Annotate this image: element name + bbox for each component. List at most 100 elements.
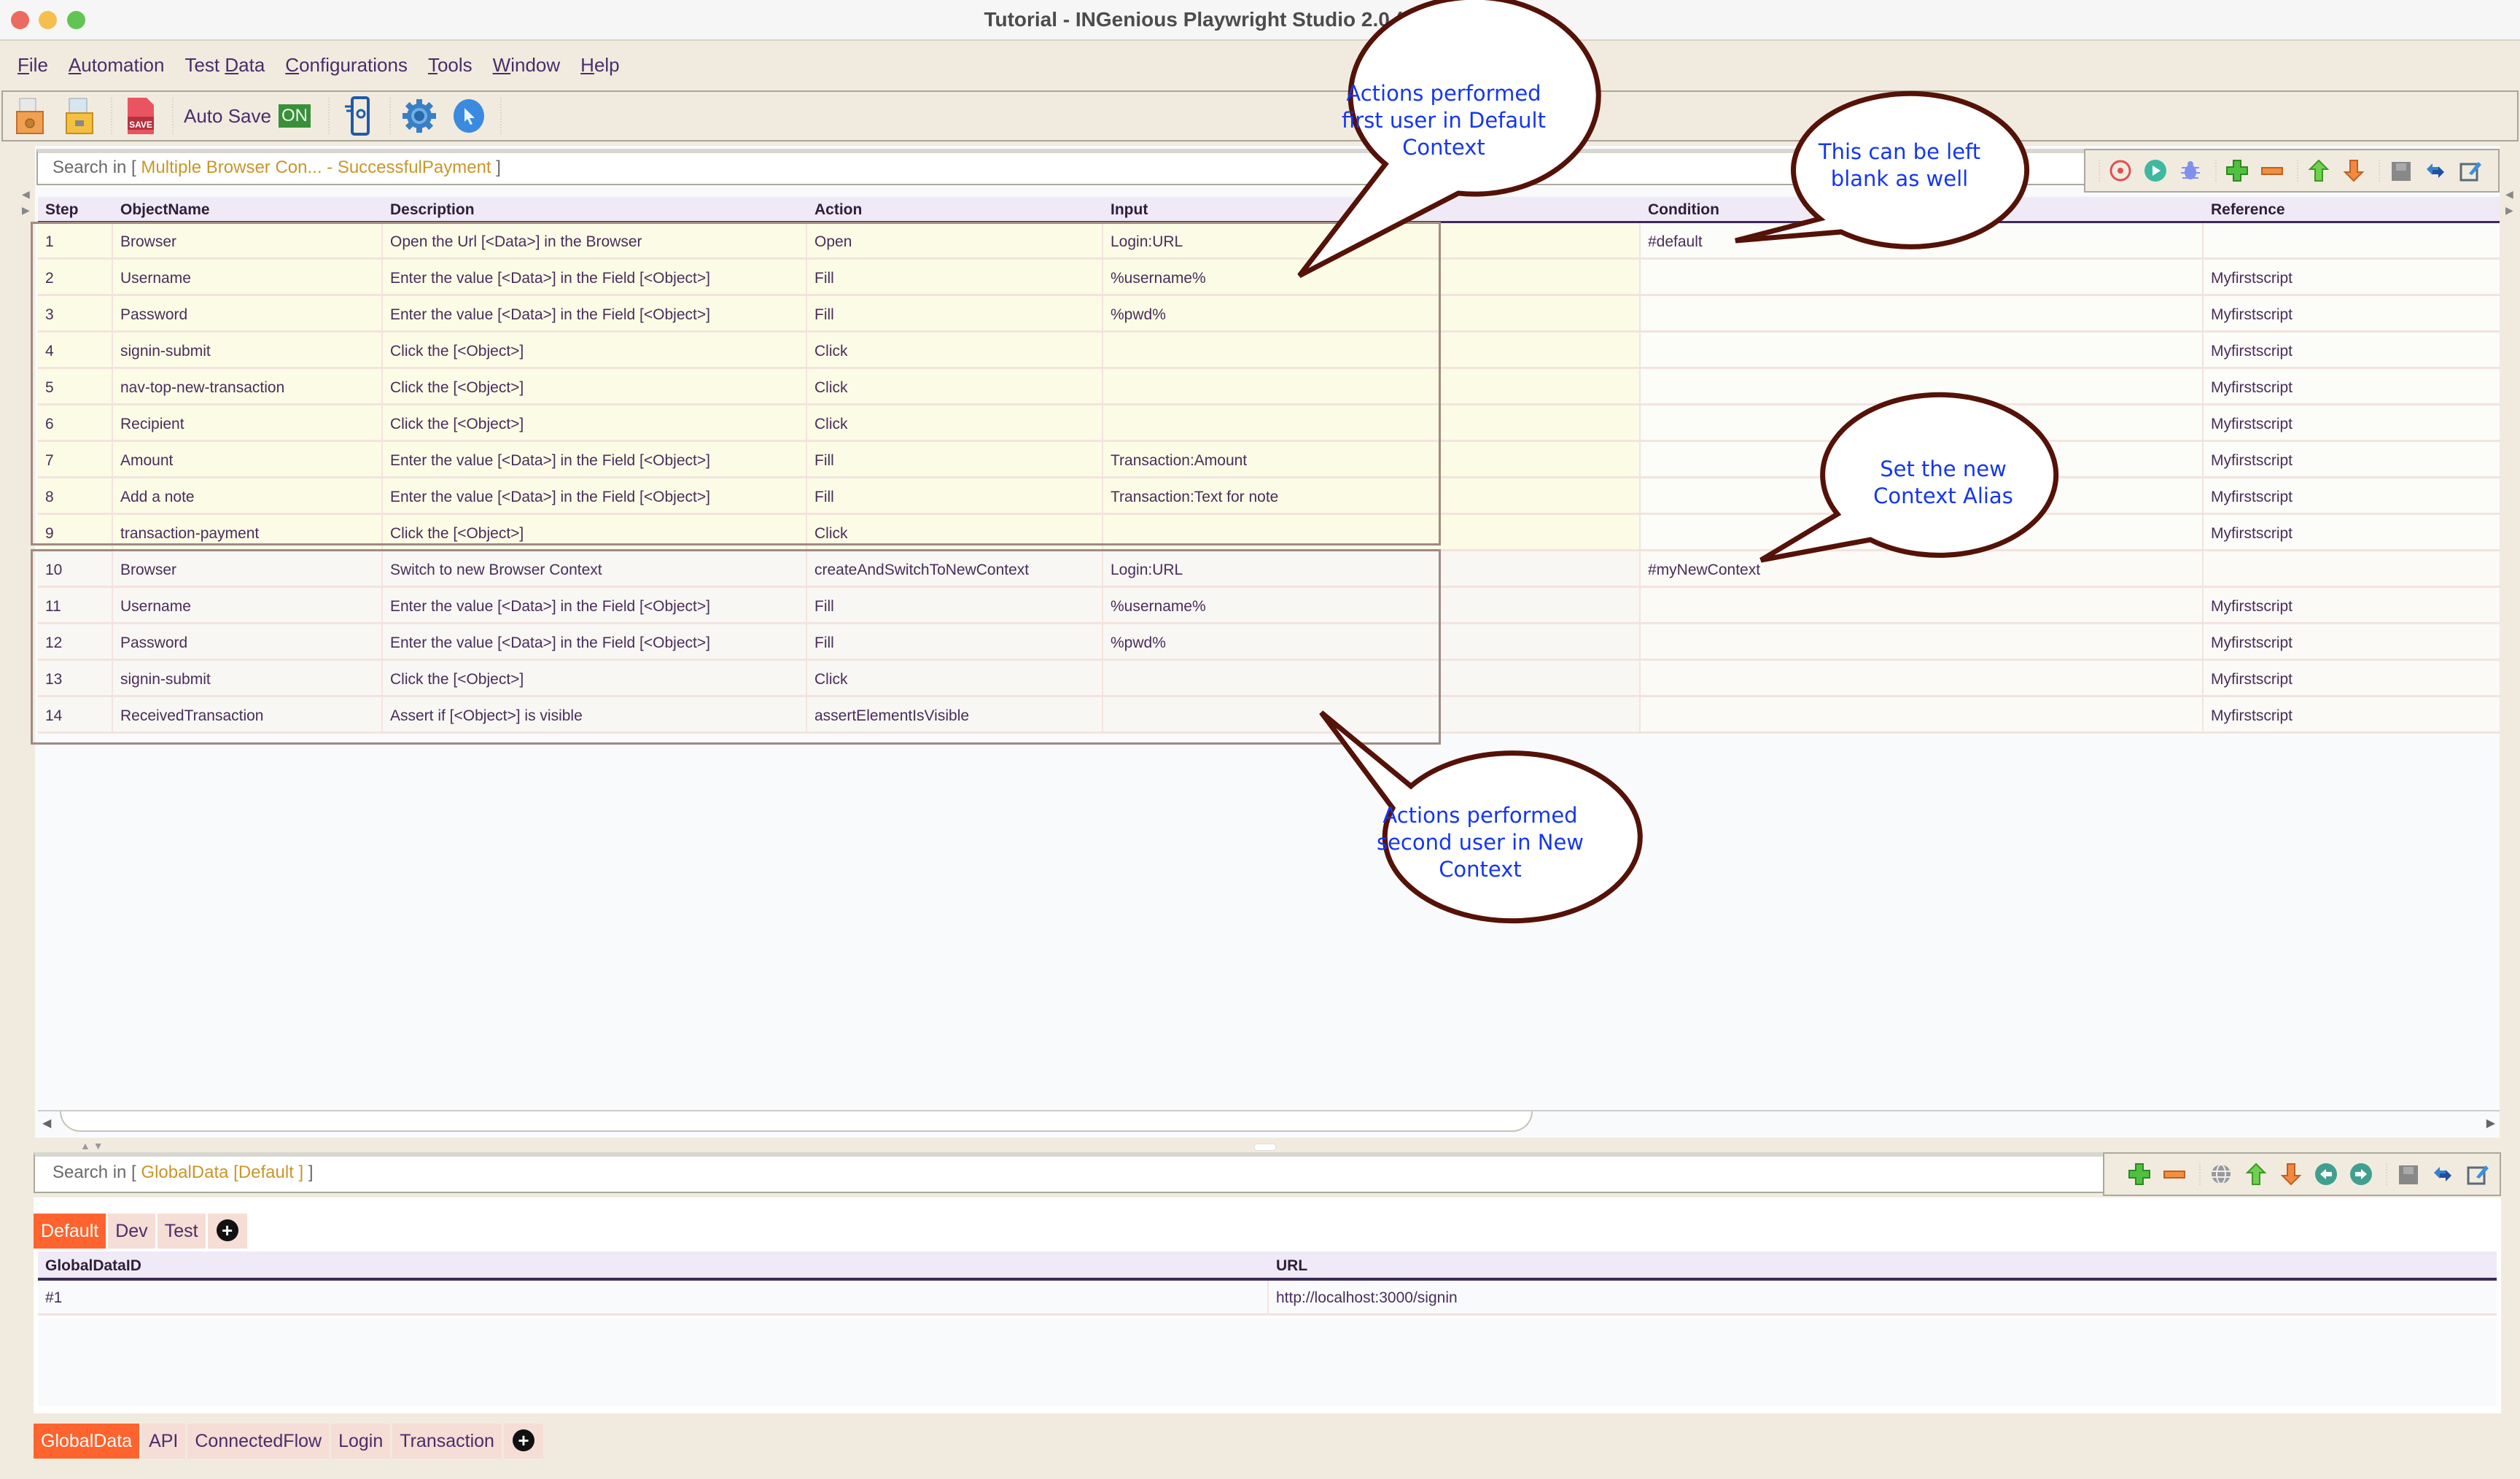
cell-globaldataid[interactable]: #1 [38,1281,1269,1313]
cell-description[interactable]: Enter the value [<Data>] in the Field [<… [383,624,807,659]
table-row[interactable]: 3 Password Enter the value [<Data>] in the… [38,296,2500,333]
cell-reference[interactable] [2204,223,2500,257]
env-tab-default[interactable]: Default [34,1214,106,1249]
cell-reference[interactable]: Myfirstscript [2204,478,2500,513]
cell-objectname[interactable]: Add a note [113,478,383,513]
sheet-tab-api[interactable]: API [141,1424,186,1459]
table-row[interactable]: 5 nav-top-new-transaction Click the [<Obje… [38,369,2500,405]
cell-step[interactable]: 8 [38,478,113,513]
cell-step[interactable]: 12 [38,624,113,659]
column-header-url[interactable]: URL [1269,1251,2497,1278]
cell-input[interactable] [1103,697,1641,731]
next-icon[interactable] [2348,1161,2374,1187]
settings-gear-icon[interactable] [401,96,438,136]
cell-input[interactable]: Transaction:Text for note [1103,478,1641,513]
cell-description[interactable]: Switch to new Browser Context [383,551,807,586]
cell-reference[interactable]: Myfirstscript [2204,624,2500,659]
column-header-objectname[interactable]: ObjectName [113,197,383,221]
move-down-icon[interactable] [2278,1161,2304,1187]
scroll-right-arrow-icon[interactable]: ▶ [2486,1116,2495,1130]
table-row[interactable]: 8 Add a note Enter the value [<Data>] in t… [38,478,2500,515]
table-row[interactable]: 14 ReceivedTransaction Assert if [<Object>… [38,697,2500,734]
cell-action[interactable]: Fill [807,296,1103,330]
menu-test-data[interactable]: Test Data [184,54,265,77]
browser-inspector-icon[interactable] [451,96,487,136]
sheet-tab-transaction[interactable]: Transaction [392,1424,502,1459]
save-icon[interactable] [2395,1161,2421,1187]
cell-step[interactable]: 10 [38,551,113,586]
open-project-icon[interactable] [12,96,48,136]
column-header-step[interactable]: Step [38,197,113,221]
menu-file[interactable]: File [18,54,48,77]
table-row[interactable]: 12 Password Enter the value [<Data>] in th… [38,624,2500,661]
move-down-icon[interactable] [2341,158,2367,184]
scroll-left-arrow-icon[interactable]: ◀ [42,1116,51,1130]
cell-step[interactable]: 14 [38,697,113,731]
menu-tools[interactable]: Tools [428,54,472,77]
table-row[interactable]: 2 Username Enter the value [<Data>] in the… [38,260,2500,296]
menu-automation[interactable]: Automation [69,54,165,77]
autosave-toggle[interactable]: ON [278,104,311,128]
horizontal-scrollbar[interactable]: ◀ ▶ [38,1110,2500,1132]
expand-right-arrow-icon[interactable]: ▶ [2505,204,2513,217]
cell-description[interactable]: Enter the value [<Data>] in the Field [<… [383,260,807,294]
sheet-tab-globaldata[interactable]: GlobalData [34,1424,140,1459]
cell-reference[interactable]: Myfirstscript [2204,661,2500,695]
cell-condition[interactable] [1641,260,2204,294]
expand-right-arrow-icon[interactable]: ▶ [22,204,30,217]
debug-icon[interactable] [2177,158,2204,184]
cell-action[interactable]: Click [807,515,1103,549]
cell-step[interactable]: 5 [38,369,113,403]
previous-icon[interactable] [2313,1161,2339,1187]
splitter-arrows-icon[interactable]: ▲ ▼ [80,1140,104,1152]
cell-action[interactable]: Fill [807,442,1103,476]
move-up-icon[interactable] [2243,1161,2269,1187]
table-row[interactable]: 9 transaction-payment Click the [<Object>]… [38,515,2500,551]
record-icon[interactable] [2107,158,2134,184]
table-row[interactable]: 1 Browser Open the Url [<Data>] in the Bro… [38,223,2500,260]
cell-condition[interactable] [1641,624,2204,659]
cell-condition[interactable] [1641,369,2204,403]
sheet-tab-login[interactable]: Login [331,1424,391,1459]
cell-reference[interactable]: Myfirstscript [2204,333,2500,367]
remove-row-icon[interactable] [2161,1161,2188,1187]
table-row[interactable]: 6 Recipient Click the [<Object>] Click Myfir… [38,405,2500,442]
cell-objectname[interactable]: Amount [113,442,383,476]
cell-input[interactable]: %username% [1103,260,1641,294]
column-header-action[interactable]: Action [807,197,1103,221]
column-header-globaldataid[interactable]: GlobalDataID [38,1251,1269,1278]
cell-reference[interactable]: Myfirstscript [2204,296,2500,330]
table-row[interactable]: #1 http://localhost:3000/signin [38,1281,2497,1316]
splitter-handle[interactable] [1254,1144,1276,1151]
cell-input[interactable]: %pwd% [1103,624,1641,659]
column-header-condition[interactable]: Condition [1641,197,2204,221]
global-data-search-input[interactable]: Search in [ GlobalData [Default ] ] [34,1152,2104,1193]
cell-action[interactable]: Fill [807,588,1103,622]
cell-condition[interactable] [1641,333,2204,367]
scrollbar-thumb[interactable] [60,1111,1533,1132]
cell-objectname[interactable]: Password [113,624,383,659]
cell-input[interactable] [1103,661,1641,695]
menu-configurations[interactable]: Configurations [285,54,408,77]
cell-reference[interactable]: Myfirstscript [2204,515,2500,549]
cell-action[interactable]: Fill [807,478,1103,513]
cell-input[interactable]: %pwd% [1103,296,1641,330]
cell-description[interactable]: Click the [<Object>] [383,515,807,549]
cell-reference[interactable]: Myfirstscript [2204,405,2500,440]
add-row-icon[interactable] [2224,158,2250,184]
cell-description[interactable]: Assert if [<Object>] is visible [383,697,807,731]
edit-icon[interactable] [2465,1161,2491,1187]
save-project-icon[interactable] [61,96,98,136]
column-header-reference[interactable]: Reference [2204,197,2500,221]
cell-objectname[interactable]: Password [113,296,383,330]
cell-description[interactable]: Click the [<Object>] [383,369,807,403]
table-row[interactable]: 10 Browser Switch to new Browser Context cr… [38,551,2500,588]
cell-condition[interactable] [1641,405,2204,440]
menu-window[interactable]: Window [493,54,560,77]
table-row[interactable]: 4 signin-submit Click the [<Object>] Click M… [38,333,2500,369]
cell-step[interactable]: 6 [38,405,113,440]
cell-step[interactable]: 4 [38,333,113,367]
cell-condition[interactable] [1641,588,2204,622]
cell-step[interactable]: 11 [38,588,113,622]
cell-step[interactable]: 1 [38,223,113,257]
